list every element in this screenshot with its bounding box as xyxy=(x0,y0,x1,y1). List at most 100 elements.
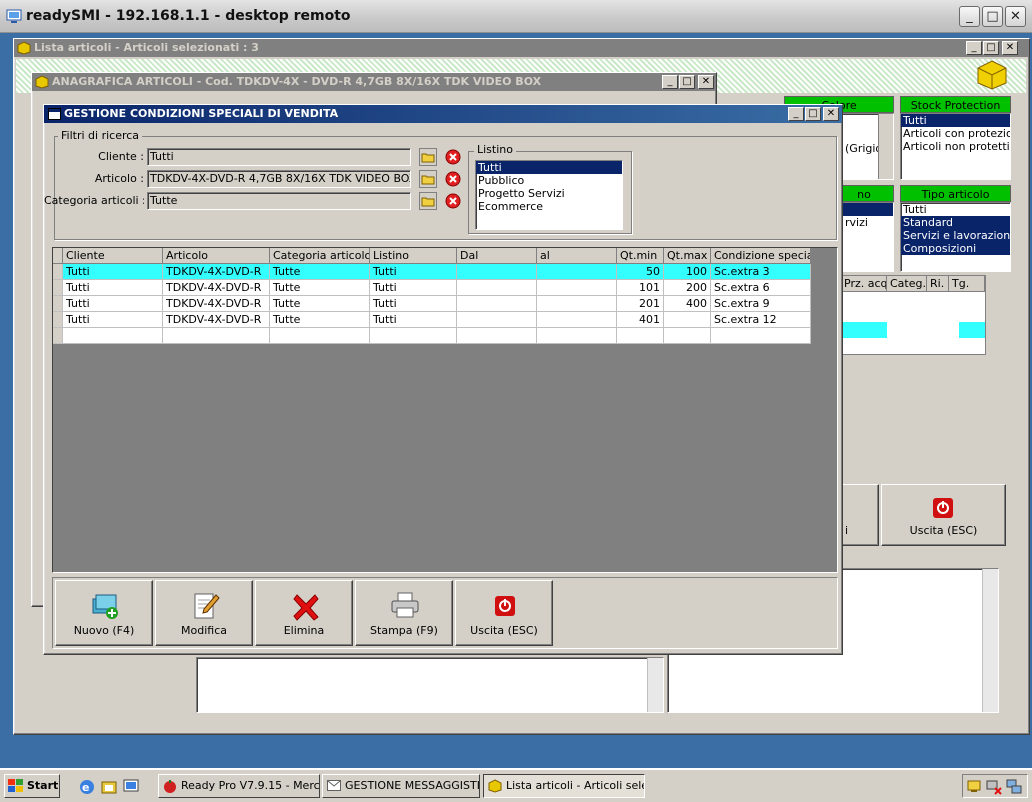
internet-explorer-icon[interactable]: e xyxy=(78,778,96,796)
stock-item[interactable]: Articoli non protetti xyxy=(901,140,1010,153)
col-header[interactable]: Articolo xyxy=(163,248,270,264)
task-messaggistica[interactable]: GESTIONE MESSAGGISTICA xyxy=(322,774,480,798)
maximize-button[interactable]: □ xyxy=(982,6,1003,27)
categoria-field[interactable]: Tutte xyxy=(147,192,411,210)
grid-col-header[interactable]: Prz. acq. xyxy=(841,276,887,292)
table-row[interactable]: Tutti TDKDV-4X-DVD-R Tutte Tutti 201 400… xyxy=(53,296,811,312)
cell xyxy=(457,280,537,296)
stock-item[interactable]: Articoli con protezione xyxy=(901,127,1010,140)
grid-col-header[interactable]: Ri. xyxy=(927,276,949,292)
listino-list[interactable]: Tutti Pubblico Progetto Servizi Ecommerc… xyxy=(475,160,623,230)
cell: TDKDV-4X-DVD-R xyxy=(163,296,270,312)
lista-minimize-button[interactable]: _ xyxy=(966,41,982,55)
cliente-label: Cliente : xyxy=(98,150,144,163)
grid-col-header[interactable]: Tg. xyxy=(949,276,985,292)
cell: Tutte xyxy=(270,312,370,328)
articles-grid-partial[interactable]: Prz. acq. Categ. Ri. Tg. xyxy=(840,275,986,355)
cell: Sc.extra 6 xyxy=(711,280,811,296)
desktop-icon[interactable] xyxy=(122,778,140,796)
network-disconnected-icon[interactable] xyxy=(986,779,1002,795)
folder-icon[interactable] xyxy=(419,192,437,210)
start-button[interactable]: Start xyxy=(4,774,60,798)
cell: Tutti xyxy=(63,264,163,280)
grid-body: Cliente Articolo Categoria articolo List… xyxy=(53,248,811,344)
table-row[interactable]: Tutti TDKDV-4X-DVD-R Tutte Tutti 50 100 … xyxy=(53,264,811,280)
listino-item[interactable]: Progetto Servizi xyxy=(476,187,622,200)
uscita-button-label: Uscita (ESC) xyxy=(470,624,538,637)
col-header[interactable]: al xyxy=(537,248,617,264)
row-indicator xyxy=(53,312,63,328)
cell: TDKDV-4X-DVD-R xyxy=(163,264,270,280)
stampa-button[interactable]: Stampa (F9) xyxy=(355,580,453,646)
stock-item[interactable]: Tutti xyxy=(901,114,1010,127)
anagrafica-maximize-button[interactable]: □ xyxy=(679,75,695,89)
lista-articoli-caption: Lista articoli - Articoli selezionati : … xyxy=(14,39,1029,57)
col-header[interactable]: Listino xyxy=(370,248,457,264)
cell: 201 xyxy=(617,296,664,312)
table-row-empty[interactable] xyxy=(53,328,811,344)
memo-area-left[interactable] xyxy=(196,657,664,713)
col-header[interactable]: Condizione speciale xyxy=(711,248,811,264)
col-header[interactable]: Qt.max xyxy=(664,248,711,264)
tray-app-icon[interactable] xyxy=(967,779,983,795)
col-header[interactable]: Categoria articolo xyxy=(270,248,370,264)
cell xyxy=(617,328,664,344)
network-icon[interactable] xyxy=(1006,779,1022,795)
modifica-button[interactable]: Modifica xyxy=(155,580,253,646)
lista-close-button[interactable]: ✕ xyxy=(1002,41,1018,55)
listino-item[interactable]: Pubblico xyxy=(476,174,622,187)
clear-icon[interactable] xyxy=(444,192,462,210)
listino-item[interactable]: Tutti xyxy=(476,161,622,174)
task-lista-articoli[interactable]: Lista articoli - Articoli sele... xyxy=(483,774,645,798)
folders-icon[interactable] xyxy=(100,778,118,796)
tipo-articolo-header: Tipo articolo xyxy=(900,185,1011,202)
folder-icon[interactable] xyxy=(419,148,437,166)
grid-row-highlight xyxy=(841,322,887,338)
col-header[interactable]: Qt.min xyxy=(617,248,664,264)
dialog-minimize-button[interactable]: _ xyxy=(788,107,804,121)
tipo-item[interactable]: Tutti xyxy=(901,203,1010,216)
elimina-button[interactable]: Elimina xyxy=(255,580,353,646)
grid-row-highlight xyxy=(959,322,985,338)
cell: Tutti xyxy=(370,312,457,328)
minimize-button[interactable]: _ xyxy=(959,6,980,27)
memo-scrollbar[interactable] xyxy=(982,569,998,712)
uscita-button[interactable]: Uscita (ESC) xyxy=(455,580,553,646)
grid-col-header[interactable]: Categ. xyxy=(887,276,927,292)
anagrafica-close-button[interactable]: ✕ xyxy=(698,75,714,89)
window-icon xyxy=(48,108,61,120)
rdp-titlebar: readySMI - 192.168.1.1 - desktop remoto … xyxy=(0,0,1032,33)
close-button[interactable]: ✕ xyxy=(1005,6,1026,27)
articolo-field[interactable]: TDKDV-4X-DVD-R 4,7GB 8X/16X TDK VIDEO BO… xyxy=(147,170,411,188)
clear-icon[interactable] xyxy=(444,148,462,166)
tipo-item[interactable]: Composizioni xyxy=(901,242,1010,255)
clear-icon[interactable] xyxy=(444,170,462,188)
tipo-item[interactable]: Servizi e lavorazioni xyxy=(901,229,1010,242)
folder-icon[interactable] xyxy=(419,170,437,188)
tipo-articolo-list[interactable]: Tutti Standard Servizi e lavorazioni Com… xyxy=(900,202,1011,272)
dialog-maximize-button[interactable]: □ xyxy=(805,107,821,121)
box-icon xyxy=(35,75,49,89)
dialog-close-button[interactable]: ✕ xyxy=(823,107,839,121)
col-header[interactable]: Cliente xyxy=(63,248,163,264)
row-indicator xyxy=(53,264,63,280)
cell: Tutte xyxy=(270,280,370,296)
tipo-item[interactable]: Standard xyxy=(901,216,1010,229)
task-label: GESTIONE MESSAGGISTICA xyxy=(345,779,480,792)
stock-protection-list[interactable]: Tutti Articoli con protezione Articoli n… xyxy=(900,113,1011,180)
anagrafica-minimize-button[interactable]: _ xyxy=(662,75,678,89)
memo-scrollbar[interactable] xyxy=(647,658,663,712)
uscita-button-bg[interactable]: Uscita (ESC) xyxy=(881,484,1006,546)
table-row[interactable]: Tutti TDKDV-4X-DVD-R Tutte Tutti 401 Sc.… xyxy=(53,312,811,328)
task-ready-pro[interactable]: Ready Pro V7.9.15 - Merc... xyxy=(158,774,320,798)
grid-indicator-header xyxy=(53,248,63,264)
nuovo-button[interactable]: Nuovo (F4) xyxy=(55,580,153,646)
cliente-field[interactable]: Tutti xyxy=(147,148,411,166)
lista-maximize-button[interactable]: □ xyxy=(983,41,999,55)
col-header[interactable]: Dal xyxy=(457,248,537,264)
colore-scrollbar[interactable] xyxy=(878,114,893,179)
taskbar: Start e Ready Pro V7.9.15 - Merc... GEST… xyxy=(0,768,1032,802)
table-row[interactable]: Tutti TDKDV-4X-DVD-R Tutte Tutti 101 200… xyxy=(53,280,811,296)
conditions-grid[interactable]: Cliente Articolo Categoria articolo List… xyxy=(52,247,838,573)
listino-item[interactable]: Ecommerce xyxy=(476,200,622,213)
